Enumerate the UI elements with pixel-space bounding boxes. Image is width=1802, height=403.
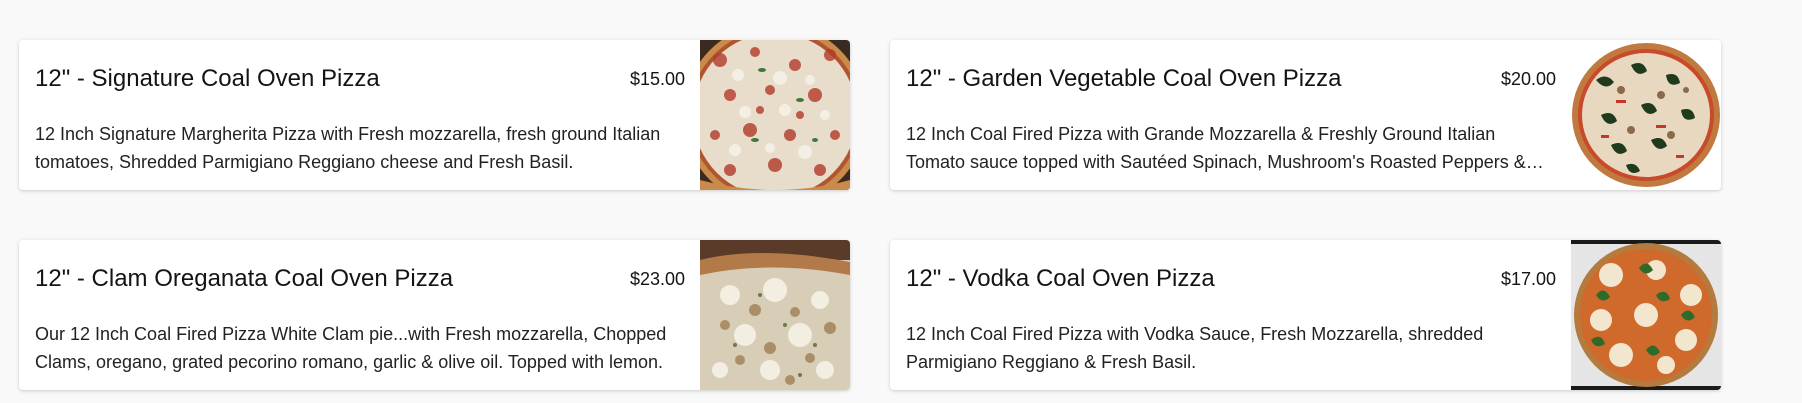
menu-item-price: $15.00 [629, 69, 685, 89]
menu-item-description: 12 Inch Signature Margherita Pizza with … [35, 124, 661, 172]
vegetable-pizza-image [1571, 40, 1721, 190]
margherita-pizza-image [700, 40, 850, 190]
clam-pizza-photo[interactable] [700, 240, 850, 390]
menu-item-card[interactable]: 12" - Clam Oreganata Coal Oven Pizza $23… [19, 240, 850, 390]
menu-item-title: 12" - Vodka Coal Oven Pizza [906, 265, 1215, 292]
menu-item-title: 12" - Signature Coal Oven Pizza [35, 65, 380, 92]
menu-item-price: $20.00 [1500, 69, 1556, 89]
menu-item-card[interactable]: 12" - Signature Coal Oven Pizza $15.00 1… [19, 40, 850, 190]
clam-pizza-image [700, 240, 850, 390]
menu-item-card[interactable]: 12" - Vodka Coal Oven Pizza $17.00 12 In… [890, 240, 1721, 390]
vodka-pizza-photo[interactable] [1571, 240, 1721, 390]
menu-item-content: 12" - Clam Oreganata Coal Oven Pizza $23… [35, 240, 685, 390]
menu-item-description: 12 Inch Coal Fired Pizza with Grande Moz… [906, 124, 1526, 172]
menu-item-description: Our 12 Inch Coal Fired Pizza White Clam … [35, 324, 667, 372]
margherita-pizza-photo[interactable] [700, 40, 850, 190]
menu-item-price: $23.00 [629, 269, 685, 289]
menu-item-description: 12 Inch Coal Fired Pizza with Vodka Sauc… [906, 324, 1484, 372]
menu-items-grid: 12" - Signature Coal Oven Pizza $15.00 1… [19, 40, 1721, 390]
menu-item-content: 12" - Vodka Coal Oven Pizza $17.00 12 In… [906, 240, 1556, 390]
vodka-pizza-image [1571, 240, 1721, 390]
menu-item-content: 12" - Garden Vegetable Coal Oven Pizza $… [906, 40, 1556, 190]
menu-item-price: $17.00 [1500, 269, 1556, 289]
vegetable-pizza-photo[interactable] [1571, 40, 1721, 190]
menu-item-content: 12" - Signature Coal Oven Pizza $15.00 1… [35, 40, 685, 190]
menu-item-title: 12" - Garden Vegetable Coal Oven Pizza [906, 65, 1342, 92]
menu-item-title: 12" - Clam Oreganata Coal Oven Pizza [35, 265, 454, 292]
menu-item-card[interactable]: 12" - Garden Vegetable Coal Oven Pizza $… [890, 40, 1721, 190]
